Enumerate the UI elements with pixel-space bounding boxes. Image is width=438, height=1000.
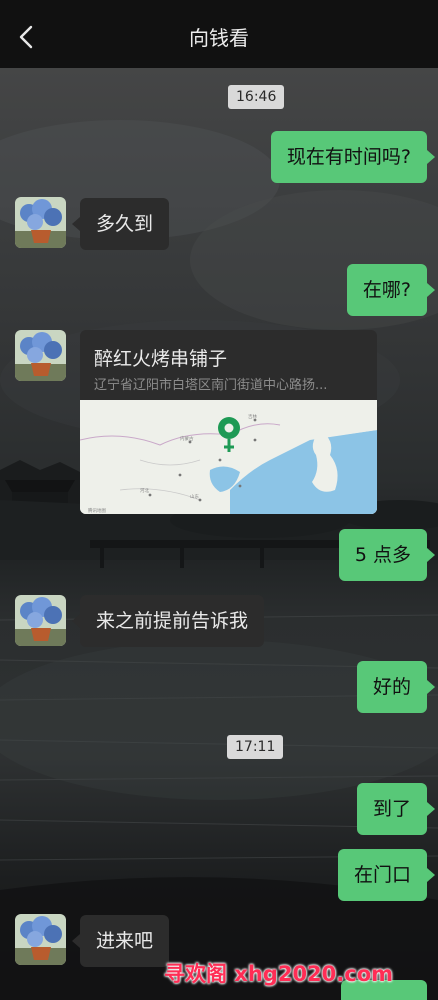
avatar[interactable] xyxy=(15,197,66,248)
avatar-hydrangea-image xyxy=(15,330,66,381)
avatar[interactable] xyxy=(15,595,66,646)
message-bubble-incoming[interactable]: 来之前提前告诉我 xyxy=(71,595,265,647)
message-bubble-outgoing[interactable]: 好的 xyxy=(356,661,436,713)
svg-text:内蒙古: 内蒙古 xyxy=(180,435,194,442)
svg-text:吉林: 吉林 xyxy=(248,413,257,420)
location-map-preview[interactable]: 内蒙古 吉林 河北 山东 腾讯地图 xyxy=(80,400,377,514)
message-bubble-incoming[interactable]: 多久到 xyxy=(71,198,170,250)
timestamp: 16:46 xyxy=(228,85,285,109)
message-bubble-outgoing[interactable]: 到了 xyxy=(356,783,436,835)
avatar-hydrangea-image xyxy=(15,197,66,248)
location-message-card[interactable]: 醉红火烤串铺子 辽宁省辽阳市白塔区南门街道中心路扬... 内蒙古 吉林 河北 山… xyxy=(80,330,377,514)
message-bubble-outgoing[interactable]: 在哪? xyxy=(346,264,436,316)
avatar-hydrangea-image xyxy=(15,914,66,965)
svg-text:山东: 山东 xyxy=(190,493,199,500)
avatar[interactable] xyxy=(15,914,66,965)
watermark-text: 寻欢阁 xhg2020.com xyxy=(164,962,394,986)
chat-title: 向钱看 xyxy=(189,26,249,50)
svg-text:腾讯地图: 腾讯地图 xyxy=(88,507,106,514)
message-bubble-outgoing[interactable]: 5 点多 xyxy=(338,529,436,581)
avatar[interactable] xyxy=(15,330,66,381)
message-bubble-outgoing[interactable]: 在门口 xyxy=(337,849,436,901)
avatar-hydrangea-image xyxy=(15,595,66,646)
message-bubble-outgoing[interactable]: 现在有时间吗? xyxy=(270,131,436,183)
location-name: 醉红火烤串铺子 xyxy=(94,348,228,370)
svg-text:河北: 河北 xyxy=(140,487,149,494)
location-address: 辽宁省辽阳市白塔区南门街道中心路扬... xyxy=(94,378,328,393)
message-bubble-incoming[interactable]: 进来吧 xyxy=(71,915,170,967)
timestamp: 17:11 xyxy=(227,735,284,759)
